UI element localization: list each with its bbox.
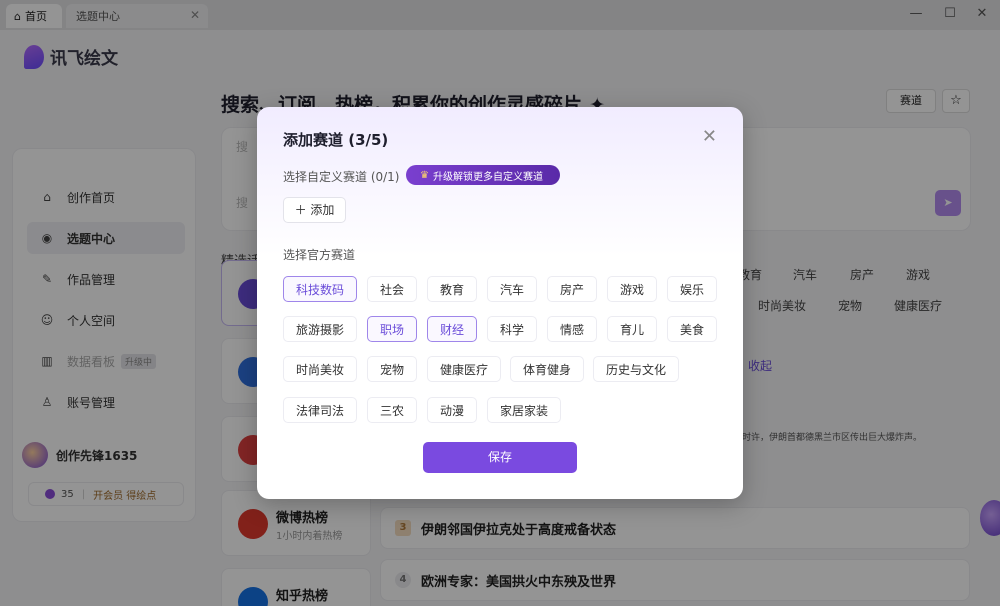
chip-label: 育儿: [620, 322, 645, 337]
official-track-label: 选择官方赛道: [283, 248, 356, 262]
chip-label: 健康医疗: [440, 362, 489, 377]
track-chip[interactable]: 科学: [487, 316, 537, 342]
chip-label: 三农: [380, 403, 405, 418]
track-chip[interactable]: 游戏: [607, 276, 657, 302]
chip-label: 科技数码: [296, 282, 345, 297]
chip-label: 动漫: [440, 403, 465, 418]
chip-label: 美食: [680, 322, 705, 337]
add-track-dialog: 添加赛道 (3/5) ✕ 选择自定义赛道 (0/1) ♛ 升级解锁更多自定义赛道…: [257, 107, 743, 499]
chip-label: 房产: [560, 282, 585, 297]
track-chip[interactable]: 动漫: [427, 397, 477, 423]
chip-label: 法律司法: [296, 403, 345, 418]
save-button[interactable]: 保存: [423, 442, 577, 473]
track-chip[interactable]: 美食: [667, 316, 717, 342]
track-chip[interactable]: 财经: [427, 316, 477, 342]
custom-track-label: 选择自定义赛道 (0/1): [283, 170, 400, 184]
track-chip[interactable]: 情感: [547, 316, 597, 342]
dialog-title: 添加赛道 (3/5): [283, 131, 389, 149]
upgrade-label: 升级解锁更多自定义赛道: [432, 171, 543, 183]
crown-icon: ♛: [420, 169, 429, 181]
track-chip[interactable]: 娱乐: [667, 276, 717, 302]
track-chip[interactable]: 科技数码: [283, 276, 357, 302]
track-chip[interactable]: 房产: [547, 276, 597, 302]
chip-label: 财经: [440, 322, 465, 337]
track-chip[interactable]: 健康医疗: [427, 356, 501, 382]
chip-label: 教育: [440, 282, 465, 297]
chip-label: 体育健身: [523, 362, 572, 377]
add-custom-track-button[interactable]: ＋ 添加: [283, 197, 346, 223]
track-chip[interactable]: 宠物: [367, 356, 417, 382]
track-chip[interactable]: 家居家装: [487, 397, 561, 423]
track-chip[interactable]: 育儿: [607, 316, 657, 342]
chip-label: 社会: [380, 282, 405, 297]
track-chip[interactable]: 社会: [367, 276, 417, 302]
track-chip[interactable]: 时尚美妆: [283, 356, 357, 382]
track-chip[interactable]: 体育健身: [510, 356, 584, 382]
track-chip[interactable]: 汽车: [487, 276, 537, 302]
track-chip[interactable]: 旅游摄影: [283, 316, 357, 342]
chip-label: 娱乐: [680, 282, 705, 297]
chip-label: 时尚美妆: [296, 362, 345, 377]
chip-label: 历史与文化: [606, 362, 667, 377]
chip-label: 汽车: [500, 282, 525, 297]
chip-label: 科学: [500, 322, 525, 337]
track-chip[interactable]: 历史与文化: [593, 356, 679, 382]
track-chip[interactable]: 职场: [367, 316, 417, 342]
upgrade-button[interactable]: ♛ 升级解锁更多自定义赛道: [406, 165, 560, 185]
track-chip[interactable]: 教育: [427, 276, 477, 302]
chip-label: 宠物: [380, 362, 405, 377]
chip-label: 家居家装: [500, 403, 549, 418]
track-chip[interactable]: 三农: [367, 397, 417, 423]
chip-label: 游戏: [620, 282, 645, 297]
chip-label: 情感: [560, 322, 585, 337]
track-chip[interactable]: 法律司法: [283, 397, 357, 423]
close-icon[interactable]: ✕: [702, 127, 717, 147]
chip-label: 旅游摄影: [296, 322, 345, 337]
chip-label: 职场: [380, 322, 405, 337]
